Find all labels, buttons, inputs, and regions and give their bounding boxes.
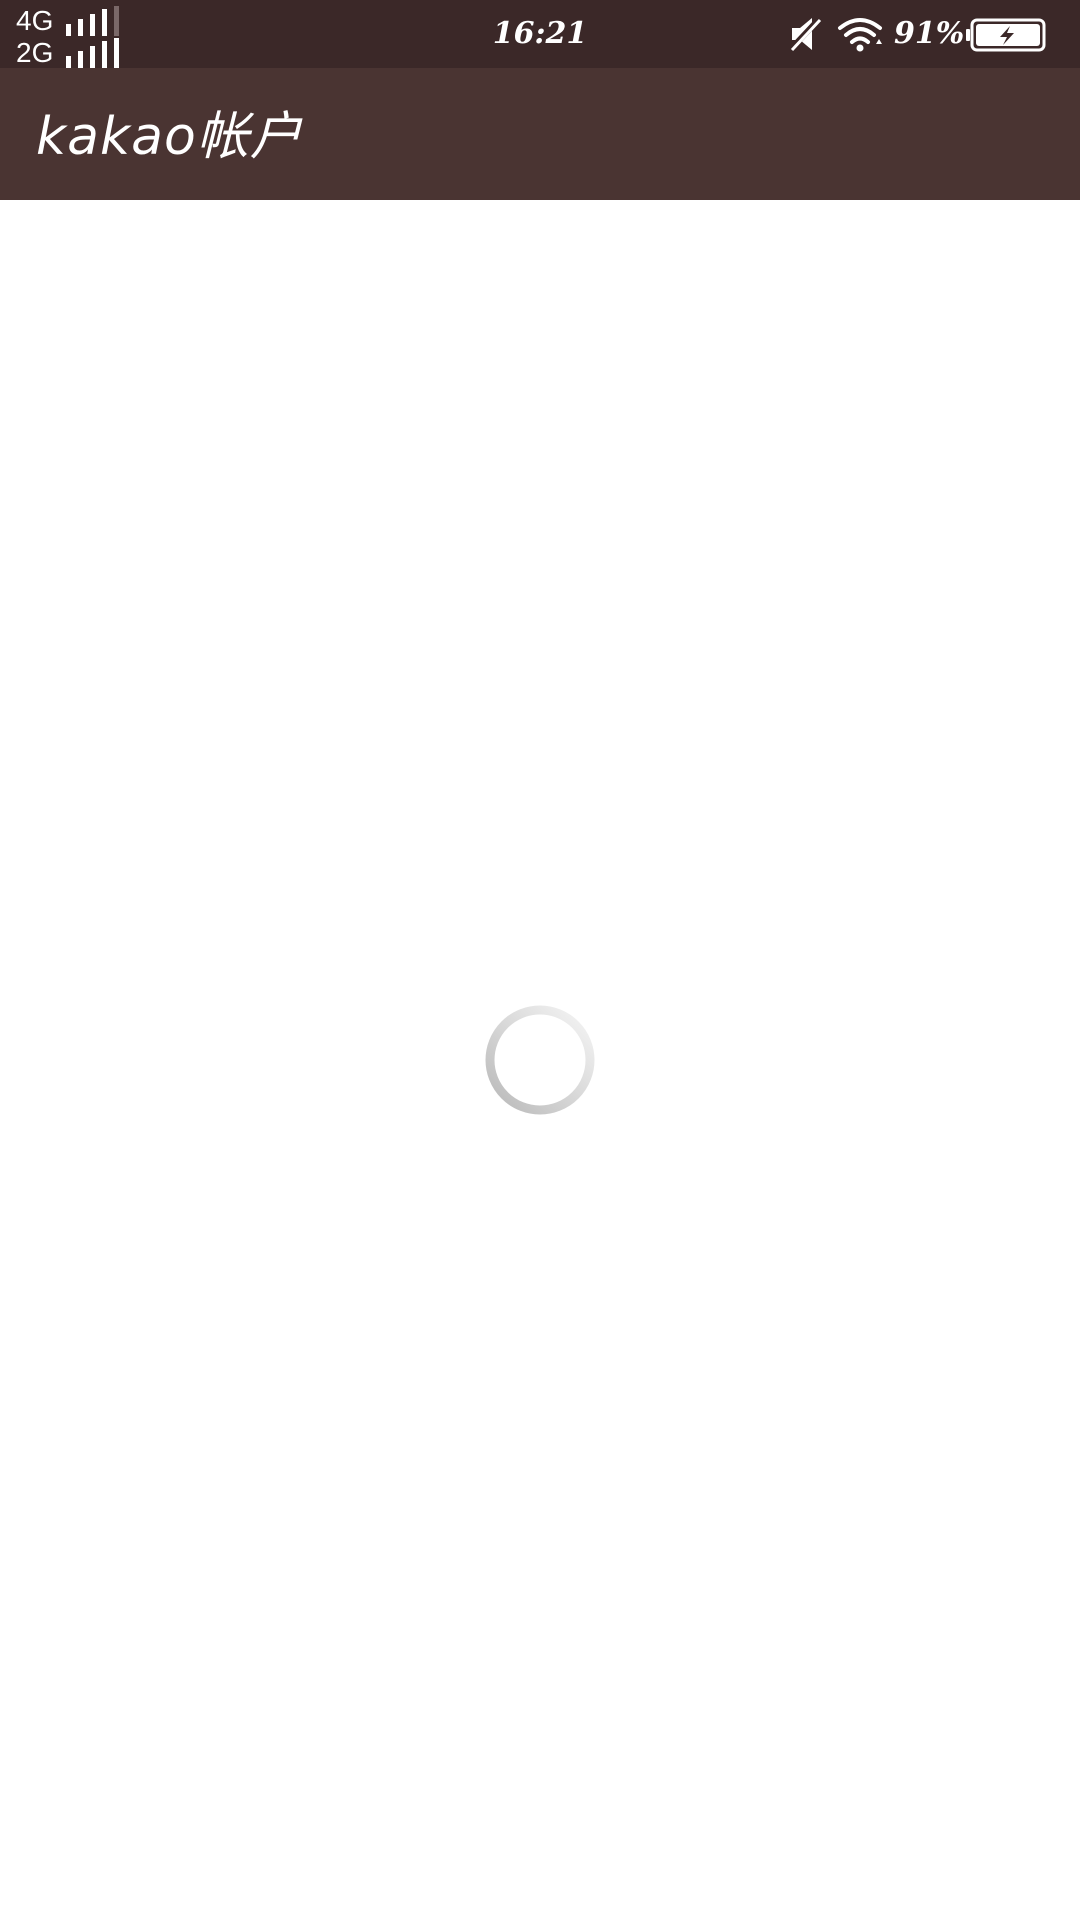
- status-time: 16:21: [492, 16, 588, 51]
- wifi-icon: [838, 18, 882, 52]
- app-bar: kakao帐户: [0, 68, 1080, 200]
- network-type-2: 2G: [16, 37, 54, 68]
- page-title: kakao帐户: [36, 107, 303, 167]
- network-row-1: 4G: [16, 6, 126, 36]
- network-row-2: 2G: [16, 38, 126, 68]
- mute-icon: [787, 15, 823, 53]
- signal-icon: [66, 6, 119, 36]
- status-bar: 4G 2G 16:21 91%: [0, 0, 1080, 68]
- network-type-1: 4G: [16, 5, 54, 36]
- battery-charging-icon: [966, 18, 1046, 52]
- battery-percentage: 91%: [894, 16, 965, 51]
- content-area: [0, 200, 1080, 1920]
- status-icons: 91%: [786, 12, 1056, 56]
- network-indicators: 4G 2G: [16, 4, 126, 68]
- loading-spinner-icon: [485, 1005, 595, 1115]
- signal-icon: [66, 38, 119, 68]
